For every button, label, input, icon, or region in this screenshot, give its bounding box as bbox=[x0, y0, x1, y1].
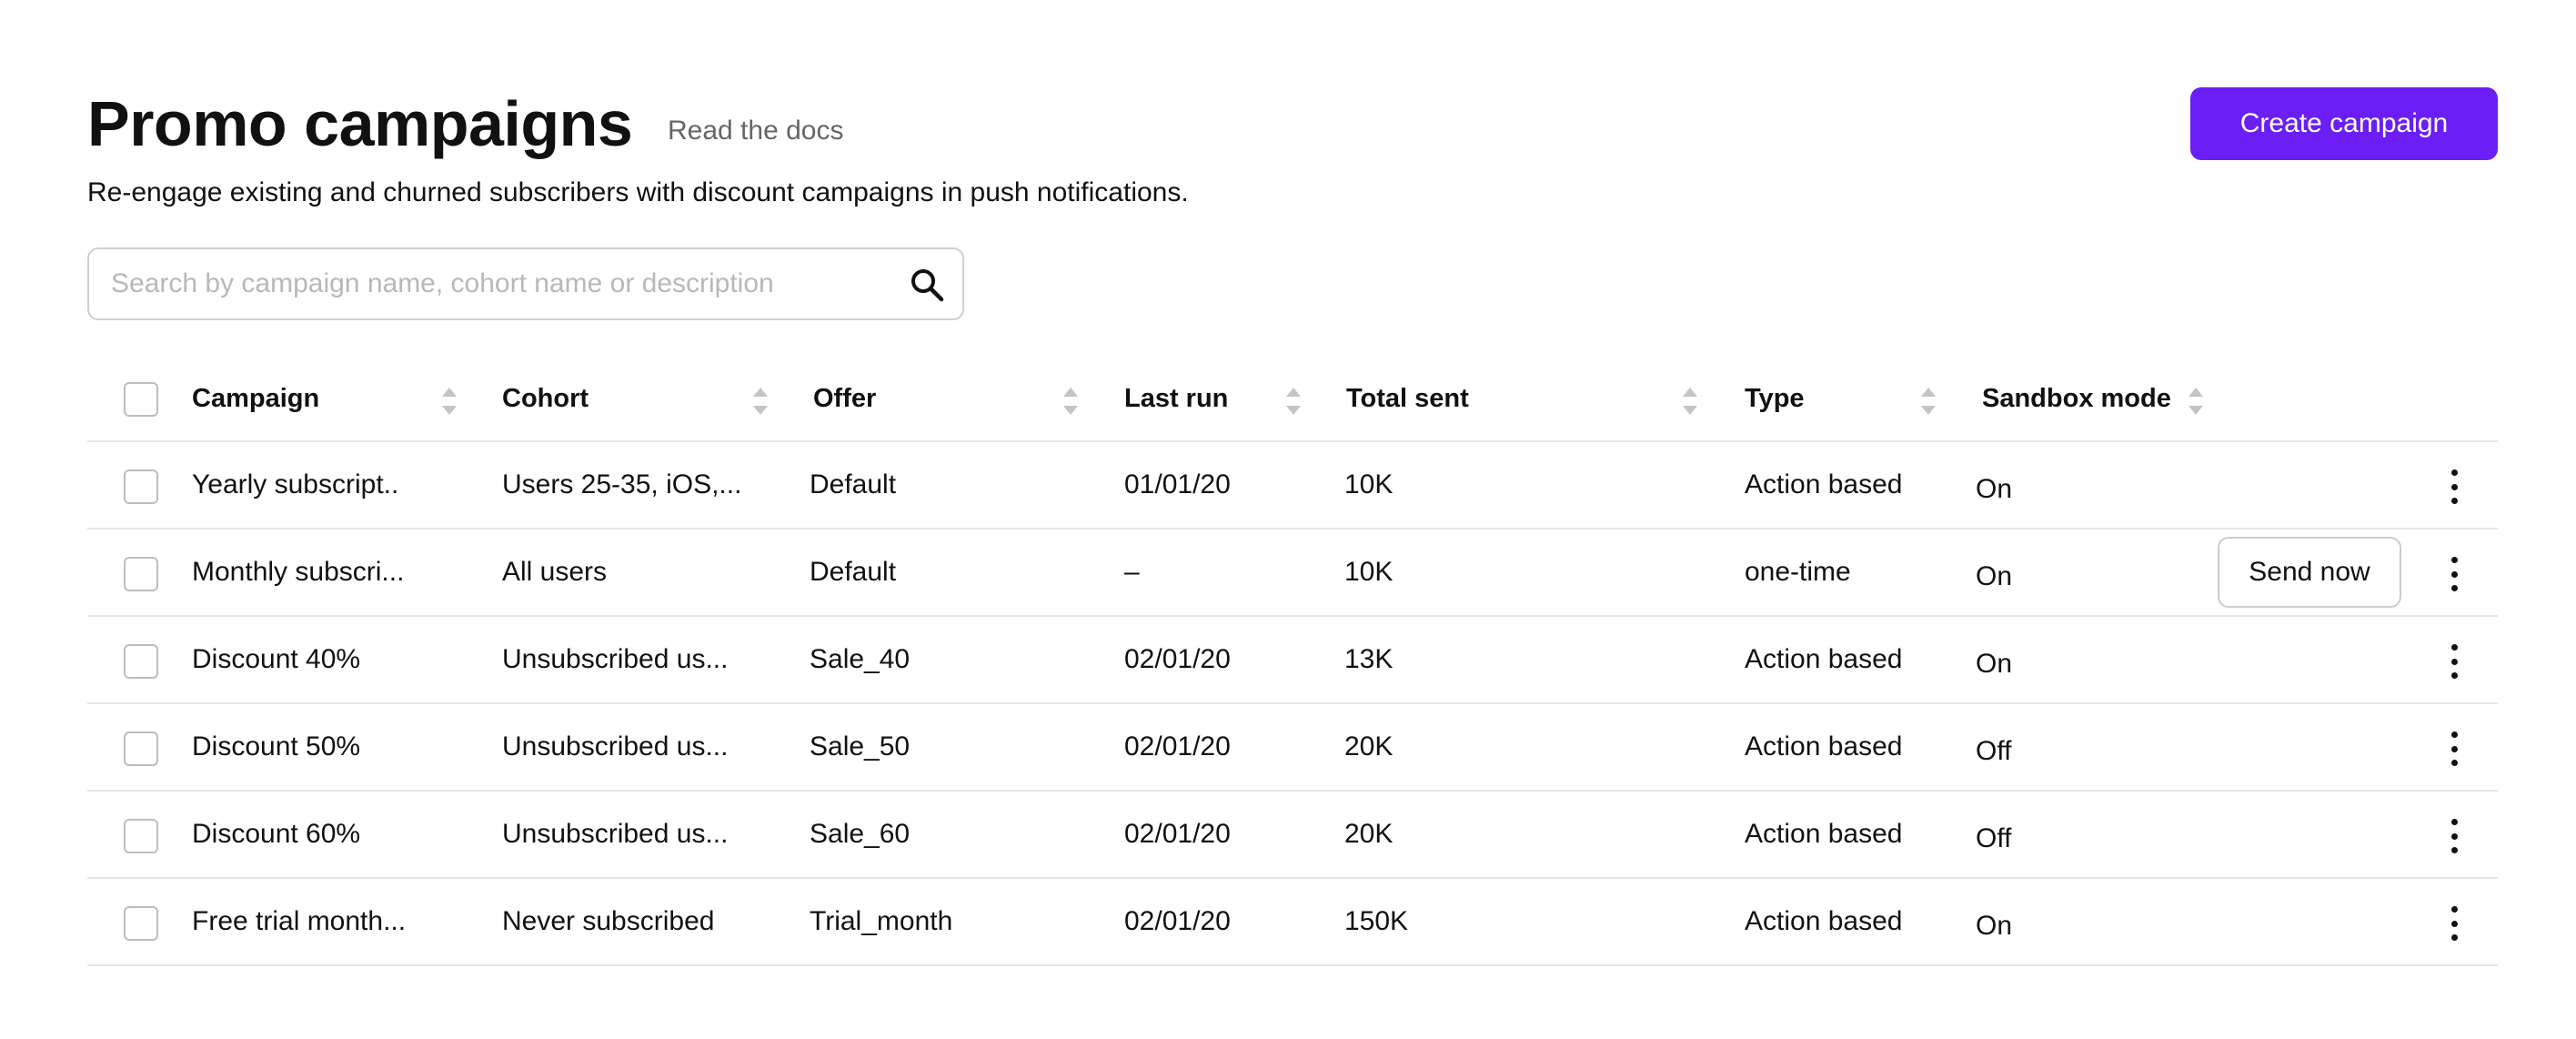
table-row[interactable]: Discount 40% Unsubscribed us... Sale_40 … bbox=[87, 617, 2498, 704]
column-header-type[interactable]: Type bbox=[1745, 357, 1805, 440]
campaigns-table: Campaign Cohort Offer Last run Total sen… bbox=[87, 357, 2498, 966]
page-title: Promo campaigns bbox=[87, 88, 633, 159]
sort-icon[interactable] bbox=[1063, 388, 1078, 415]
campaign-name: Discount 40% bbox=[192, 644, 361, 674]
row-checkbox[interactable] bbox=[124, 819, 158, 853]
row-checkbox[interactable] bbox=[124, 906, 158, 941]
last-run-date: 01/01/20 bbox=[1124, 469, 1231, 499]
row-checkbox[interactable] bbox=[124, 469, 158, 504]
offer-name: Trial_month bbox=[810, 906, 953, 936]
more-vertical-icon[interactable] bbox=[2443, 557, 2465, 591]
campaign-type: Action based bbox=[1745, 644, 1903, 674]
total-sent: 20K bbox=[1344, 731, 1394, 762]
sort-icon[interactable] bbox=[1286, 388, 1301, 415]
last-run-date: – bbox=[1124, 557, 1140, 587]
table-row[interactable]: Discount 50% Unsubscribed us... Sale_50 … bbox=[87, 704, 2498, 792]
cohort-name: Never subscribed bbox=[502, 906, 715, 936]
cohort-name: Unsubscribed us... bbox=[502, 731, 729, 762]
total-sent: 20K bbox=[1344, 819, 1394, 849]
column-header-campaign[interactable]: Campaign bbox=[192, 357, 319, 440]
row-checkbox[interactable] bbox=[124, 644, 158, 679]
last-run-date: 02/01/20 bbox=[1124, 731, 1231, 762]
total-sent: 13K bbox=[1344, 644, 1394, 674]
campaign-type: Action based bbox=[1745, 819, 1903, 849]
sandbox-mode-status: On bbox=[1976, 911, 2013, 941]
offer-name: Sale_50 bbox=[810, 731, 911, 762]
search-input[interactable] bbox=[111, 249, 893, 318]
table-row[interactable]: Monthly subscri... All users Default – 1… bbox=[87, 530, 2498, 617]
column-header-cohort[interactable]: Cohort bbox=[502, 357, 589, 440]
campaign-name: Discount 60% bbox=[192, 819, 361, 849]
column-header-last-run[interactable]: Last run bbox=[1124, 357, 1228, 440]
campaign-name: Discount 50% bbox=[192, 731, 361, 762]
sort-icon[interactable] bbox=[1921, 388, 1936, 415]
table-header-row: Campaign Cohort Offer Last run Total sen… bbox=[87, 357, 2498, 442]
select-all-checkbox[interactable] bbox=[124, 382, 158, 417]
table-row[interactable]: Yearly subscript.. Users 25-35, iOS,... … bbox=[87, 442, 2498, 530]
promo-campaigns-page: Promo campaigns Read the docs Re-engage … bbox=[0, 0, 2576, 1039]
offer-name: Sale_60 bbox=[810, 819, 911, 849]
sort-icon[interactable] bbox=[753, 388, 768, 415]
sandbox-mode-status: On bbox=[1976, 561, 2013, 591]
offer-name: Default bbox=[810, 557, 897, 587]
last-run-date: 02/01/20 bbox=[1124, 644, 1231, 674]
page-subtitle: Re-engage existing and churned subscribe… bbox=[87, 177, 1189, 207]
sandbox-mode-status: Off bbox=[1976, 823, 2012, 853]
column-header-offer[interactable]: Offer bbox=[813, 357, 876, 440]
campaign-type: Action based bbox=[1745, 469, 1903, 499]
cohort-name: All users bbox=[502, 557, 608, 587]
offer-name: Sale_40 bbox=[810, 644, 911, 674]
more-vertical-icon[interactable] bbox=[2443, 644, 2465, 679]
column-header-sandbox-mode[interactable]: Sandbox mode bbox=[1982, 357, 2171, 440]
cohort-name: Users 25-35, iOS,... bbox=[502, 469, 742, 499]
table-row[interactable]: Free trial month... Never subscribed Tri… bbox=[87, 879, 2498, 966]
total-sent: 10K bbox=[1344, 469, 1394, 499]
sandbox-mode-status: On bbox=[1976, 474, 2013, 504]
more-vertical-icon[interactable] bbox=[2443, 819, 2465, 853]
sort-icon[interactable] bbox=[442, 388, 457, 415]
row-checkbox[interactable] bbox=[124, 731, 158, 766]
more-vertical-icon[interactable] bbox=[2443, 469, 2465, 504]
campaign-type: Action based bbox=[1745, 906, 1903, 936]
total-sent: 150K bbox=[1344, 906, 1409, 936]
search-icon[interactable] bbox=[910, 267, 944, 302]
row-checkbox[interactable] bbox=[124, 557, 158, 591]
campaign-name: Free trial month... bbox=[192, 906, 407, 936]
total-sent: 10K bbox=[1344, 557, 1394, 587]
sort-icon[interactable] bbox=[1683, 388, 1697, 415]
sort-icon[interactable] bbox=[2189, 388, 2203, 415]
read-docs-link[interactable]: Read the docs bbox=[668, 113, 843, 149]
more-vertical-icon[interactable] bbox=[2443, 731, 2465, 766]
cohort-name: Unsubscribed us... bbox=[502, 819, 729, 849]
create-campaign-button[interactable]: Create campaign bbox=[2190, 87, 2498, 160]
search-box bbox=[87, 247, 964, 320]
campaign-name: Monthly subscri... bbox=[192, 557, 405, 587]
campaign-name: Yearly subscript.. bbox=[192, 469, 399, 499]
sandbox-mode-status: Off bbox=[1976, 736, 2012, 766]
send-now-button[interactable]: Send now bbox=[2218, 537, 2401, 608]
offer-name: Default bbox=[810, 469, 897, 499]
last-run-date: 02/01/20 bbox=[1124, 906, 1231, 936]
campaign-type: one-time bbox=[1745, 557, 1851, 587]
table-row[interactable]: Discount 60% Unsubscribed us... Sale_60 … bbox=[87, 792, 2498, 879]
more-vertical-icon[interactable] bbox=[2443, 906, 2465, 941]
campaign-type: Action based bbox=[1745, 731, 1903, 762]
last-run-date: 02/01/20 bbox=[1124, 819, 1231, 849]
column-header-total-sent[interactable]: Total sent bbox=[1346, 357, 1469, 440]
sandbox-mode-status: On bbox=[1976, 649, 2013, 679]
cohort-name: Unsubscribed us... bbox=[502, 644, 729, 674]
